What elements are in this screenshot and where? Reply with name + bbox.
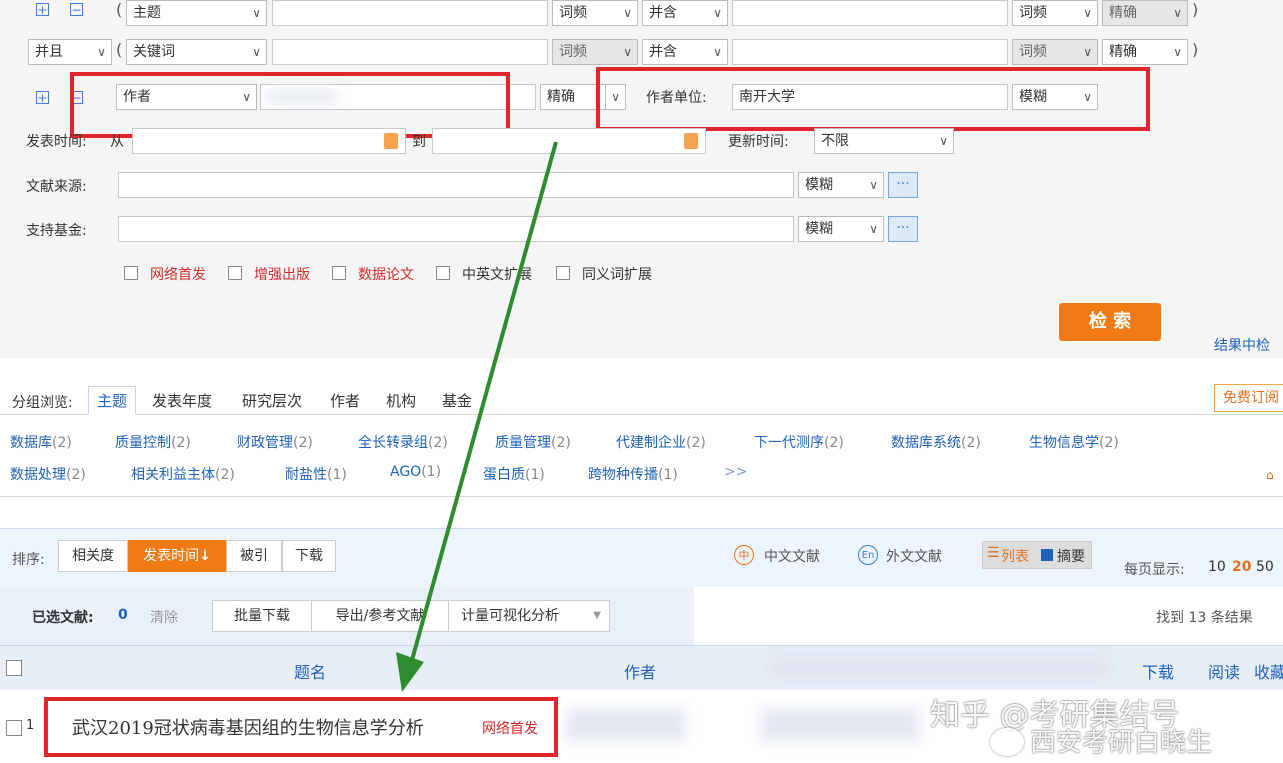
watermark-line2: 西安考研白晓生 — [1030, 728, 1213, 758]
arrow-head — [396, 652, 424, 692]
weibo-icon — [990, 728, 1024, 756]
arrow-line — [410, 141, 558, 661]
arrow-annotation — [396, 141, 558, 692]
